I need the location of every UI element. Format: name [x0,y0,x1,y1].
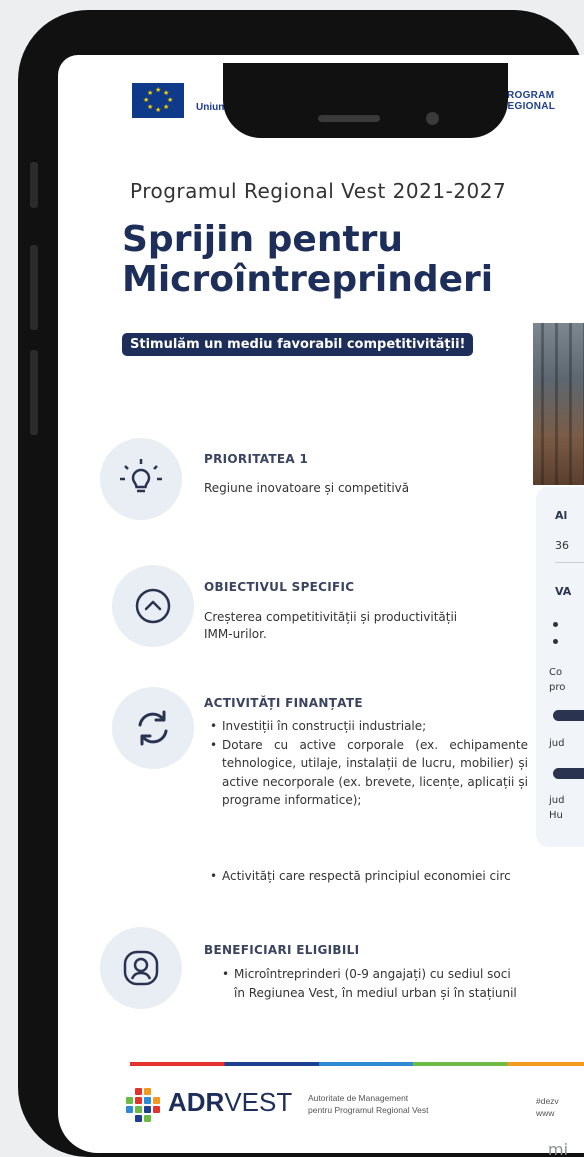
card-divider [555,562,584,563]
list-item: Investiții în construcții industriale; [208,717,528,736]
hashtag-text: #dezv www [536,1095,559,1119]
card-fragment: jud [549,795,565,806]
phone-notch [223,63,508,138]
objective-icon-circle [112,565,194,647]
hashtag-line: #dezv [536,1096,559,1106]
side-button [30,245,38,330]
card-fragment: pro [549,682,566,693]
objective-text: Creșterea competitivității și productivi… [204,609,457,643]
beneficiaries-text-line: în Regiunea Vest, în mediul urban și în … [234,986,517,1000]
card-fragment: Al [555,509,568,522]
objective-text-line: IMM-urilor. [204,627,267,641]
activities-icon-circle [112,687,194,769]
color-stripe [130,1062,584,1066]
side-button [30,350,38,435]
program-subtitle: Programul Regional Vest 2021-2027 [130,179,507,203]
refresh-icon [138,710,168,746]
chevron-up-icon [135,588,171,624]
list-item: Dotare cu active corporale (ex. echipame… [208,736,528,810]
adrvest-name-light: VEST [224,1087,293,1117]
phone-screen[interactable]: ★ ★ ★ ★ ★ ★ ★ ★ Uniunea Europeană PROGRA… [58,55,584,1153]
website-line: www [536,1108,555,1118]
page-title-line: Sprijin pentru [122,219,404,260]
program-regional-text-line: PROGRAM [500,90,555,101]
objective-title: OBIECTIVUL SPECIFIC [204,580,355,594]
card-fragment: jud [549,738,565,749]
county-pill [553,710,584,721]
page-title: Sprijin pentru Microîntreprinderi [122,220,584,300]
card-fragment: 36 [555,539,569,552]
speaker-grille [318,115,380,122]
adrvest-name: ADRVEST [168,1087,292,1118]
adrvest-logo-icon [126,1088,160,1122]
card-fragment: Hu [549,810,563,821]
card-fragment: Co [549,667,563,678]
lightbulb-icon [120,459,162,493]
activities-title: ACTIVITĂȚI FINANȚATE [204,696,363,710]
beneficiaries-text: Microîntreprinderi (0-9 angajați) cu sed… [220,965,517,1003]
card-bullet [553,622,558,627]
phone-frame: ★ ★ ★ ★ ★ ★ ★ ★ Uniunea Europeană PROGRA… [18,10,584,1157]
card-fragment: VA [555,585,572,598]
construction-photo [533,323,584,485]
beneficiaries-text-line: Microîntreprinderi (0-9 angajați) cu sed… [234,967,511,981]
user-icon [123,950,159,986]
tagline-badge: Stimulăm un mediu favorabil competitivit… [122,333,474,356]
camera-icon [426,112,439,125]
list-item: Activități care respectă principiul econ… [208,869,511,883]
adrvest-name-bold: ADR [168,1087,225,1117]
side-button [30,162,38,208]
page-title-line: Microîntreprinderi [122,259,494,300]
adrvest-subtitle: Autoritate de Management pentru Programu… [308,1092,429,1116]
objective-text-line: Creșterea competitivității și productivi… [204,610,458,624]
adrvest-subtitle-line: pentru Programul Regional Vest [308,1105,429,1115]
county-pill [553,768,584,779]
program-regional-text-line: REGIONAL [500,101,556,112]
program-regional-text: PROGRAM REGIONAL [500,90,555,112]
corner-text: mi [548,1140,569,1157]
priority-icon-circle [100,438,182,520]
priority-text: Regiune inovatoare și competitivă [204,481,410,495]
beneficiaries-icon-circle [100,927,182,1009]
priority-title: PRIORITATEA 1 [204,452,309,466]
beneficiaries-title: BENEFICIARI ELIGIBILI [204,943,360,957]
card-bullet [553,639,558,644]
activities-list: Investiții în construcții industriale; D… [208,717,528,810]
adrvest-subtitle-line: Autoritate de Management [308,1093,409,1103]
eu-flag-icon: ★ ★ ★ ★ ★ ★ ★ ★ [132,83,184,118]
